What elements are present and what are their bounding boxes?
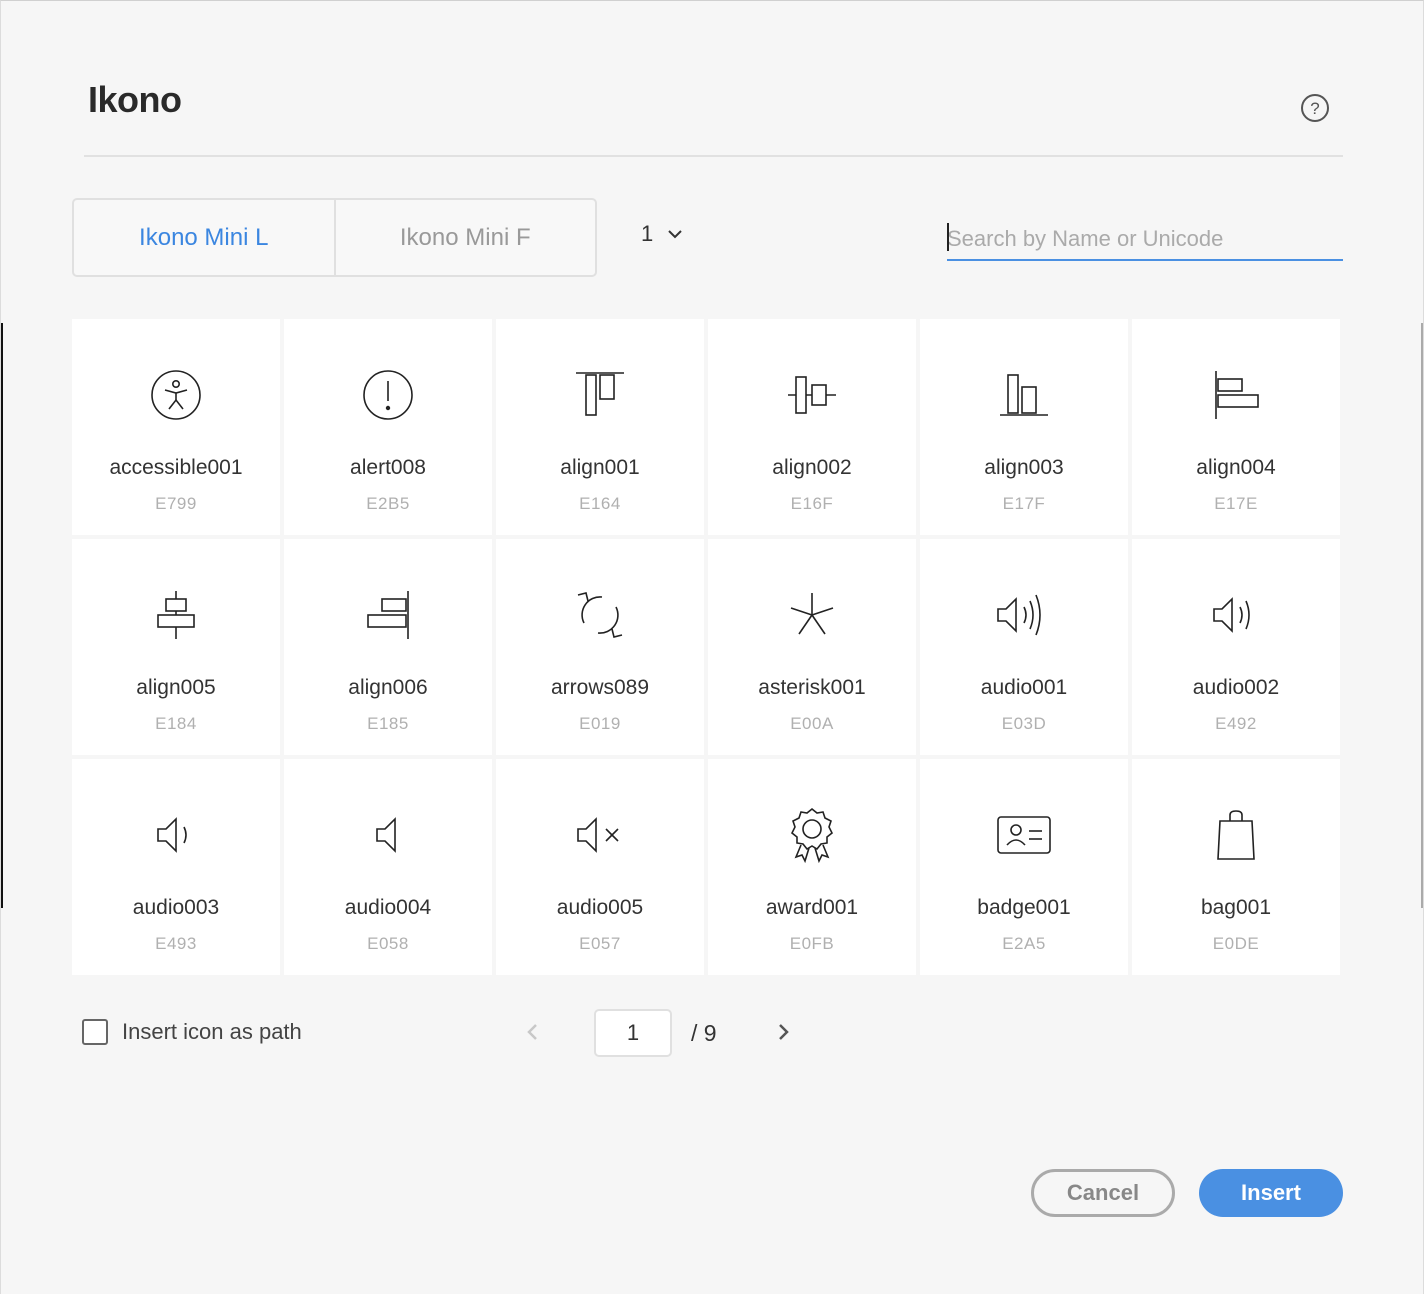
icon-name: audio002 bbox=[1192, 676, 1280, 699]
svg-text:?: ? bbox=[1310, 99, 1319, 118]
icon-code: E184 bbox=[155, 714, 197, 733]
icon-code: E0FB bbox=[789, 934, 835, 953]
icon-cell[interactable]: align006 E185 bbox=[284, 539, 492, 755]
align-top-icon bbox=[576, 372, 624, 416]
icon-code: E493 bbox=[155, 934, 197, 953]
icon-name: align005 bbox=[136, 676, 216, 699]
icon-code: E019 bbox=[579, 714, 621, 733]
icon-name: audio005 bbox=[556, 896, 644, 919]
align-center-horizontal-icon bbox=[157, 591, 195, 639]
alert-icon bbox=[363, 370, 413, 420]
icon-name: accessible001 bbox=[109, 456, 243, 479]
icon-cell[interactable]: accessible001 E799 bbox=[72, 319, 280, 535]
icon-name: arrows089 bbox=[550, 676, 650, 699]
icon-name: asterisk001 bbox=[758, 676, 866, 699]
align-bottom-icon bbox=[1000, 374, 1048, 416]
icon-cell[interactable]: award001 E0FB bbox=[708, 759, 916, 975]
page-total: / 9 bbox=[691, 1020, 717, 1046]
icon-cell[interactable]: align005 E184 bbox=[72, 539, 280, 755]
speaker-medium-icon bbox=[1213, 597, 1250, 633]
icon-code: E492 bbox=[1215, 714, 1257, 733]
icon-code: E0DE bbox=[1212, 934, 1260, 953]
icon-name: alert008 bbox=[350, 456, 426, 479]
chevron-right-icon[interactable] bbox=[773, 1020, 793, 1044]
help-circle-icon[interactable]: ? bbox=[1300, 93, 1330, 123]
icon-code: E17E bbox=[1214, 494, 1258, 513]
weight-value: 1 bbox=[641, 221, 654, 246]
icon-code: E185 bbox=[367, 714, 409, 733]
cancel-button[interactable]: Cancel bbox=[1031, 1169, 1175, 1217]
icon-code: E16F bbox=[790, 494, 834, 513]
speaker-low-icon bbox=[157, 817, 187, 853]
shopping-bag-icon bbox=[1217, 810, 1255, 860]
page-number-input[interactable] bbox=[594, 1009, 672, 1057]
icon-name: align001 bbox=[560, 456, 640, 479]
icon-code: E164 bbox=[579, 494, 621, 513]
icon-name: badge001 bbox=[977, 896, 1071, 919]
icon-code: E03D bbox=[1001, 714, 1047, 733]
icon-name: align002 bbox=[772, 456, 852, 479]
icon-cell[interactable]: audio003 E493 bbox=[72, 759, 280, 975]
dialog-title: Ikono bbox=[88, 79, 182, 120]
id-badge-icon bbox=[997, 816, 1051, 854]
insert-as-path-checkbox[interactable] bbox=[82, 1019, 108, 1045]
chevron-left-icon[interactable] bbox=[523, 1020, 543, 1044]
icon-code: E058 bbox=[367, 934, 409, 953]
icon-name: bag001 bbox=[1200, 896, 1272, 919]
insert-as-path-option[interactable]: Insert icon as path bbox=[82, 1019, 302, 1045]
refresh-arrows-icon bbox=[577, 592, 623, 638]
align-center-vertical-icon bbox=[788, 376, 836, 414]
icon-cell[interactable]: arrows089 E019 bbox=[496, 539, 704, 755]
icon-cell[interactable]: audio001 E03D bbox=[920, 539, 1128, 755]
icon-name: audio003 bbox=[132, 896, 220, 919]
align-left-icon bbox=[1215, 371, 1259, 419]
icon-name: align006 bbox=[348, 676, 428, 699]
icon-code: E799 bbox=[155, 494, 197, 513]
icon-cell[interactable]: audio002 E492 bbox=[1132, 539, 1340, 755]
icon-cell[interactable]: audio005 E057 bbox=[496, 759, 704, 975]
insert-button[interactable]: Insert bbox=[1199, 1169, 1343, 1217]
icon-code: E17F bbox=[1002, 494, 1046, 513]
icon-cell[interactable]: align001 E164 bbox=[496, 319, 704, 535]
align-right-icon bbox=[367, 591, 409, 639]
icon-code: E00A bbox=[790, 714, 834, 733]
icon-name: align004 bbox=[1196, 456, 1276, 479]
icon-cell[interactable]: align004 E17E bbox=[1132, 319, 1340, 535]
accessible-icon bbox=[151, 370, 201, 420]
speaker-loud-icon bbox=[997, 594, 1041, 636]
right-window-edge bbox=[1421, 323, 1423, 908]
icon-code: E2A5 bbox=[1002, 934, 1046, 953]
icon-cell[interactable]: alert008 E2B5 bbox=[284, 319, 492, 535]
font-tabs: Ikono Mini L Ikono Mini F bbox=[72, 198, 597, 277]
asterisk-icon bbox=[790, 593, 834, 635]
chevron-down-icon bbox=[668, 230, 682, 239]
icon-cell[interactable]: align003 E17F bbox=[920, 319, 1128, 535]
icon-grid: accessible001 E799 alert008 E2B5 align00… bbox=[72, 319, 1342, 975]
icon-code: E057 bbox=[579, 934, 621, 953]
icon-name: align003 bbox=[984, 456, 1064, 479]
icon-cell[interactable]: align002 E16F bbox=[708, 319, 916, 535]
award-icon bbox=[790, 807, 834, 863]
header-divider bbox=[84, 155, 1343, 157]
ikono-dialog: Ikono ? Ikono Mini L Ikono Mini F 1 Sear… bbox=[0, 0, 1424, 1294]
icon-code: E2B5 bbox=[366, 494, 410, 513]
icon-name: audio001 bbox=[980, 676, 1068, 699]
icon-cell[interactable]: audio004 E058 bbox=[284, 759, 492, 975]
icon-name: award001 bbox=[765, 896, 859, 919]
icon-cell[interactable]: bag001 E0DE bbox=[1132, 759, 1340, 975]
tab-ikono-mini-f[interactable]: Ikono Mini F bbox=[333, 200, 596, 275]
speaker-icon bbox=[376, 817, 396, 853]
insert-as-path-label: Insert icon as path bbox=[122, 1019, 302, 1044]
search-input[interactable] bbox=[947, 217, 1343, 261]
left-window-edge bbox=[1, 323, 3, 908]
icon-name: audio004 bbox=[344, 896, 432, 919]
icon-cell[interactable]: badge001 E2A5 bbox=[920, 759, 1128, 975]
text-caret bbox=[947, 223, 949, 251]
weight-dropdown[interactable]: 1 bbox=[641, 221, 683, 247]
icon-cell[interactable]: asterisk001 E00A bbox=[708, 539, 916, 755]
speaker-mute-icon bbox=[577, 817, 619, 853]
tab-ikono-mini-l[interactable]: Ikono Mini L bbox=[74, 200, 334, 275]
